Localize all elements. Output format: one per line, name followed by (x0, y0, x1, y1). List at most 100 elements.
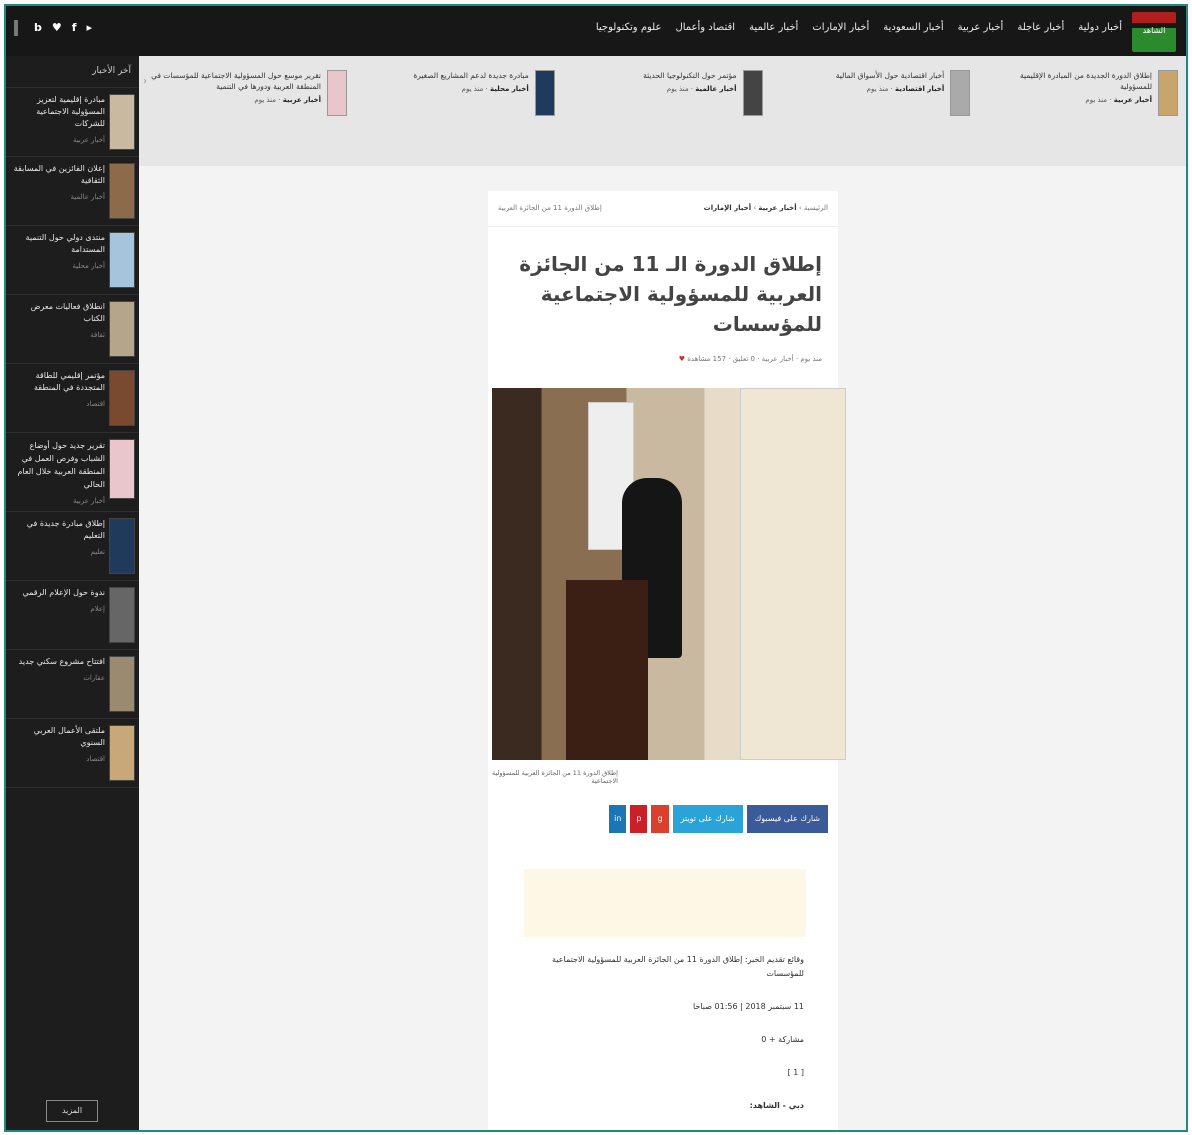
sidebar-news-item[interactable]: مؤتمر إقليمي للطاقة المتجددة في المنطقة ا… (6, 364, 139, 433)
article-paragraph: 11 سبتمبر 2018 | 01:56 صباحا (692, 1002, 804, 1011)
news-thumbnail[interactable] (109, 656, 135, 712)
news-thumbnail[interactable] (109, 725, 135, 781)
article-meta: منذ يوم · أخبار عربية · 0 تعليق · 157 مش… (488, 339, 838, 363)
news-meta: ثقافة (90, 331, 105, 339)
twitter-share-button[interactable]: شارك على تويتر (672, 805, 743, 833)
breadcrumb-subcategory[interactable]: أخبار الإمارات (704, 204, 751, 212)
news-meta: إعلام (90, 605, 105, 613)
sidebar-news-item[interactable]: افتتاح مشروع سكني جديد عقارات (6, 650, 139, 719)
site-logo[interactable]: الشاهد (1132, 12, 1176, 52)
ticker-thumbnail[interactable] (1158, 70, 1178, 116)
breadcrumb-current: إطلاق الدورة 11 من الجائزة العربية (498, 204, 602, 212)
nav-item[interactable]: أخبار الإمارات (812, 22, 869, 33)
share-bar: شارك على فيسبوك شارك على تويتر g p in (609, 805, 828, 833)
news-thumbnail[interactable] (109, 163, 135, 219)
nav-item[interactable]: أخبار عربية (958, 22, 1004, 33)
social-links: b ♥ f ▸ (34, 21, 92, 34)
ticker-title[interactable]: تقرير موسع حول المسؤولية الاجتماعية للمؤ… (147, 70, 321, 92)
ticker-arrow-icon[interactable]: ‹ (143, 76, 147, 87)
heart-icon[interactable]: ♥ (52, 21, 62, 34)
nav-item[interactable]: اقتصاد وأعمال (675, 22, 735, 33)
ticker-title[interactable]: أخبار اقتصادية حول الأسواق المالية (785, 70, 945, 81)
blogger-icon[interactable]: b (34, 21, 42, 34)
article-paragraph: دبي - الشاهد: (749, 1101, 804, 1110)
image-caption: إطلاق الدورة 11 من الجائزة العربية للمسؤ… (491, 769, 618, 785)
ticker-date: منذ يوم (254, 96, 277, 104)
pinterest-share-icon[interactable]: p (630, 805, 648, 833)
breadcrumb-home[interactable]: الرئيسية (804, 204, 828, 212)
latest-news-sidebar: آخر الأخبار مبادرة إقليمية لتعزيز المسؤو… (6, 56, 139, 1130)
ticker-title[interactable]: إطلاق الدورة الجديدة من المبادرة الإقليم… (993, 70, 1152, 92)
nav-item[interactable]: أخبار دولية (1078, 22, 1122, 33)
sidebar-news-item[interactable]: إطلاق مبادرة جديدة في التعليم تعليم (6, 512, 139, 581)
googleplus-share-icon[interactable]: g (651, 805, 669, 833)
ticker-item[interactable]: أخبار اقتصادية حول الأسواق المالية أخبار … (785, 70, 971, 166)
sidebar-news-item[interactable]: تقرير جديد حول أوضاع الشباب وفرص العمل ف… (6, 433, 139, 512)
ticker-thumbnail[interactable] (950, 70, 971, 116)
menu-toggle-icon[interactable] (14, 20, 18, 36)
sidebar-news-item[interactable]: منتدى دولي حول التنمية المستدامة أخبار مح… (6, 226, 139, 295)
ticker-category[interactable]: أخبار عربية (1114, 96, 1152, 104)
article-paragraph: [ 1 ] (787, 1068, 804, 1077)
ticker-thumbnail[interactable] (327, 70, 347, 116)
main-nav: أخبار دولية أخبار عاجلة أخبار عربية أخبا… (596, 22, 1122, 33)
sidebar-heading: آخر الأخبار (6, 56, 139, 88)
news-title[interactable]: انطلاق فعاليات معرض الكتاب (10, 301, 105, 325)
news-title[interactable]: تقرير جديد حول أوضاع الشباب وفرص العمل ف… (10, 439, 105, 491)
breadcrumb-category[interactable]: أخبار عربية (758, 204, 796, 212)
news-title[interactable]: مؤتمر إقليمي للطاقة المتجددة في المنطقة (10, 370, 105, 394)
article-headline: إطلاق الدورة الـ 11 من الجائزة العربية ل… (519, 252, 822, 336)
page-frame: الشاهد أخبار دولية أخبار عاجلة أخبار عرب… (4, 4, 1188, 1132)
ticker-item[interactable]: تقرير موسع حول المسؤولية الاجتماعية للمؤ… (147, 70, 347, 166)
news-thumbnail[interactable] (109, 518, 135, 574)
news-title[interactable]: افتتاح مشروع سكني جديد (10, 656, 105, 668)
ticker-date: منذ يوم (666, 85, 689, 93)
nav-item[interactable]: أخبار عالمية (749, 22, 798, 33)
ticker-item[interactable]: مبادرة جديدة لدعم المشاريع الصغيرة أخبار … (370, 70, 555, 166)
news-thumbnail[interactable] (109, 94, 135, 150)
news-thumbnail[interactable] (109, 301, 135, 357)
news-thumbnail[interactable] (109, 370, 135, 426)
sidebar-news-item[interactable]: مبادرة إقليمية لتعزيز المسؤولية الاجتماع… (6, 88, 139, 157)
news-meta: اقتصاد (86, 400, 105, 408)
news-title[interactable]: منتدى دولي حول التنمية المستدامة (10, 232, 105, 256)
news-title[interactable]: ملتقى الأعمال العربي السنوي (10, 725, 105, 749)
news-title[interactable]: إعلان الفائزين في المسابقة الثقافية (10, 163, 105, 187)
breadcrumb: الرئيسية › أخبار عربية › أخبار الإمارات (703, 204, 828, 212)
news-thumbnail[interactable] (109, 439, 135, 499)
sidebar-news-item[interactable]: ندوة حول الإعلام الرقمي إعلام (6, 581, 139, 650)
ticker-category[interactable]: أخبار اقتصادية (895, 85, 944, 93)
ticker-item[interactable]: إطلاق الدورة الجديدة من المبادرة الإقليم… (993, 70, 1178, 166)
youtube-icon[interactable]: ▸ (87, 21, 93, 34)
podium-shape (566, 580, 648, 760)
news-title[interactable]: إطلاق مبادرة جديدة في التعليم (10, 518, 105, 542)
ticker-date: منذ يوم (866, 85, 889, 93)
news-title[interactable]: مبادرة إقليمية لتعزيز المسؤولية الاجتماع… (10, 94, 105, 130)
news-thumbnail[interactable] (109, 587, 135, 643)
news-meta: أخبار محلية (72, 262, 105, 270)
ticker-category[interactable]: أخبار محلية (490, 85, 529, 93)
news-meta: أخبار عالمية (70, 193, 105, 201)
ticker-thumbnail[interactable] (534, 70, 555, 116)
facebook-share-button[interactable]: شارك على فيسبوك (746, 805, 828, 833)
facebook-icon[interactable]: f (72, 21, 77, 34)
ticker-item[interactable]: مؤتمر حول التكنولوجيا الحديثة أخبار عالمي… (578, 70, 763, 166)
sidebar-news-item[interactable]: إعلان الفائزين في المسابقة الثقافية أخبار… (6, 157, 139, 226)
news-thumbnail[interactable] (109, 232, 135, 288)
sidebar-news-item[interactable]: ملتقى الأعمال العربي السنوي اقتصاد (6, 719, 139, 788)
linkedin-share-icon[interactable]: in (609, 805, 627, 833)
ticker-title[interactable]: مؤتمر حول التكنولوجيا الحديثة (578, 70, 736, 81)
nav-item[interactable]: علوم وتكنولوجيا (596, 22, 662, 33)
more-news-button[interactable]: المزيد (46, 1100, 98, 1122)
ticker-title[interactable]: مبادرة جديدة لدعم المشاريع الصغيرة (370, 70, 528, 81)
ticker-category[interactable]: أخبار عالمية (695, 85, 736, 93)
ticker-category[interactable]: أخبار عربية (283, 96, 321, 104)
poster-shape (740, 388, 846, 760)
heart-icon[interactable]: ♥ (679, 355, 685, 363)
nav-item[interactable]: أخبار السعودية (883, 22, 943, 33)
ticker-thumbnail[interactable] (742, 70, 763, 116)
news-title[interactable]: ندوة حول الإعلام الرقمي (10, 587, 105, 599)
news-meta: أخبار عربية (73, 136, 105, 144)
sidebar-news-item[interactable]: انطلاق فعاليات معرض الكتاب ثقافة (6, 295, 139, 364)
nav-item[interactable]: أخبار عاجلة (1017, 22, 1064, 33)
